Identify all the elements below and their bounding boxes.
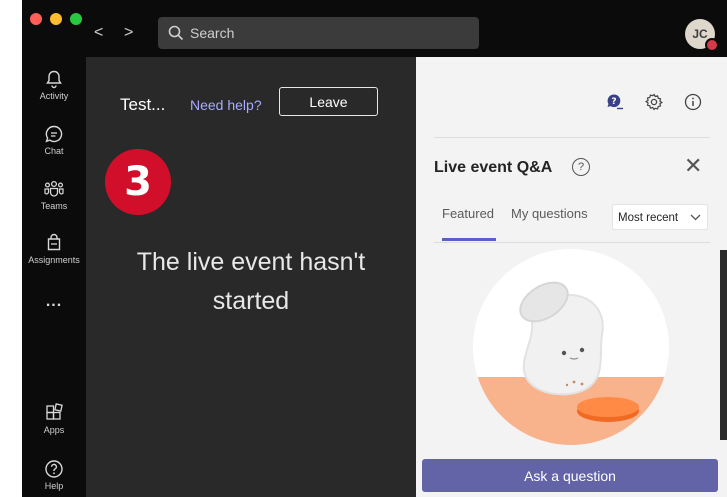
help-icon (45, 460, 63, 478)
event-status-line-2: started (212, 287, 290, 315)
event-stage: Test... Need help? Leave 3 The live even… (86, 57, 416, 497)
more-apps-button[interactable]: ... (22, 293, 86, 311)
rail-label: Help (44, 481, 64, 491)
rail-label: Activity (39, 91, 69, 101)
zoom-window-button[interactable] (70, 13, 82, 25)
back-button[interactable]: < (94, 23, 103, 43)
chat-icon (45, 125, 63, 143)
rail-item-teams[interactable]: Teams (22, 179, 86, 212)
scrollbar[interactable] (720, 250, 727, 440)
forward-button[interactable]: > (124, 23, 133, 43)
need-help-link[interactable]: Need help? (190, 97, 262, 113)
apps-icon (46, 403, 63, 420)
leave-button[interactable]: Leave (279, 87, 378, 116)
empty-jar-illustration (473, 249, 669, 445)
rail-item-assignments[interactable]: Assignments (22, 233, 86, 266)
rail-item-help[interactable]: Help (22, 459, 86, 492)
app-rail: Activity Chat Teams Assignments ... Apps… (22, 65, 86, 497)
svg-text:?: ? (611, 97, 616, 107)
rail-item-apps[interactable]: Apps (22, 403, 86, 436)
rail-label: Teams (40, 201, 68, 211)
close-panel-button[interactable]: ✕ (684, 154, 702, 178)
question-help-icon[interactable]: ? (572, 158, 590, 176)
tab-divider (434, 242, 710, 243)
rail-item-activity[interactable]: Activity (22, 69, 86, 102)
rail-item-chat[interactable]: Chat (22, 124, 86, 157)
qa-panel: ? Live event Q&A ? ✕ Featured My questio… (416, 57, 727, 497)
search-box[interactable] (158, 17, 479, 49)
event-status-line-1: The live event hasn't (136, 248, 366, 276)
search-input[interactable] (190, 17, 470, 49)
search-icon (168, 25, 184, 41)
rail-label: Apps (43, 425, 65, 435)
presence-indicator (705, 38, 719, 52)
tab-featured[interactable]: Featured (442, 206, 494, 221)
info-icon[interactable] (684, 93, 702, 111)
assignments-icon (47, 233, 61, 251)
panel-title: Live event Q&A (434, 159, 553, 176)
tab-my-questions[interactable]: My questions (511, 206, 588, 221)
header-divider (434, 137, 710, 138)
rail-label: Chat (44, 146, 64, 156)
event-status-message: The live event hasn't started (111, 243, 391, 321)
sort-value: Most recent (618, 212, 679, 224)
title-bar: < > JC (22, 0, 727, 65)
gear-icon[interactable] (645, 93, 663, 111)
bell-icon (46, 70, 62, 89)
minimize-window-button[interactable] (50, 13, 62, 25)
sort-dropdown[interactable]: Most recent (612, 204, 708, 230)
ask-question-button[interactable]: Ask a question (422, 459, 718, 492)
close-window-button[interactable] (30, 13, 42, 25)
event-title: Test... (120, 95, 166, 114)
qa-chat-icon[interactable]: ? (606, 93, 624, 111)
rail-label: Assignments (28, 255, 80, 265)
step-number-badge: 3 (105, 149, 171, 215)
selected-tab-indicator (442, 238, 496, 241)
chevron-down-icon (690, 214, 701, 221)
teams-icon (44, 180, 64, 197)
